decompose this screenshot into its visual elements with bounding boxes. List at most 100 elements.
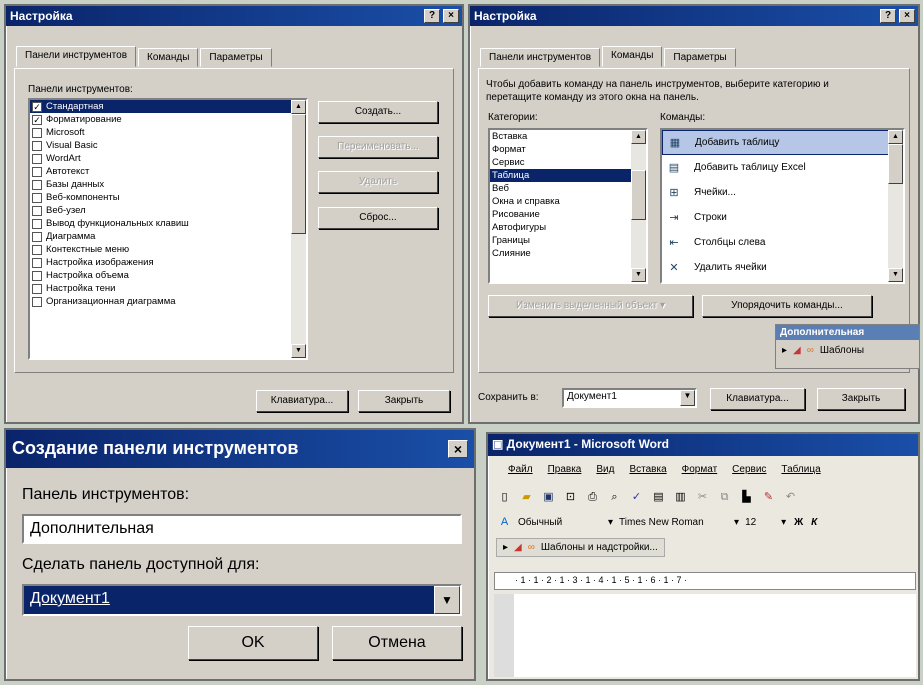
checkbox[interactable]: ✓	[32, 101, 42, 112]
list-item[interactable]: Веб-узел	[30, 204, 306, 217]
list-item[interactable]: Настройка объема	[30, 269, 306, 282]
checkbox[interactable]	[32, 192, 42, 203]
cut-icon[interactable]: ✂	[694, 489, 711, 505]
chevron-down-icon[interactable]: ▾	[608, 517, 613, 528]
checkbox[interactable]	[32, 270, 42, 281]
save-in-select[interactable]: Документ1 ▼	[562, 388, 697, 408]
ruler[interactable]: · 1 · 1 · 2 · 1 · 3 · 1 · 4 · 1 · 5 · 1 …	[494, 572, 916, 590]
close-button[interactable]: ×	[443, 9, 459, 23]
paste-icon[interactable]: ▙	[738, 489, 755, 505]
scroll-thumb[interactable]	[888, 144, 903, 184]
research-icon[interactable]: ▤	[650, 489, 667, 505]
scroll-thumb[interactable]	[631, 170, 646, 220]
list-item[interactable]: Настройка тени	[30, 282, 306, 295]
font-select[interactable]: Times New Roman	[619, 517, 734, 528]
delete-button[interactable]: Удалить	[318, 171, 438, 193]
translate-icon[interactable]: ▥	[672, 489, 689, 505]
category-item[interactable]: Границы	[490, 234, 646, 247]
checkbox[interactable]	[32, 283, 42, 294]
tab-options[interactable]: Параметры	[664, 48, 736, 67]
tab-toolbars[interactable]: Панели инструментов	[16, 46, 137, 67]
command-item[interactable]: ▦ Добавить таблицу	[662, 130, 903, 155]
font-size-select[interactable]: 12	[745, 517, 781, 528]
scrollbar[interactable]: ▲ ▼	[631, 130, 646, 282]
chevron-down-icon[interactable]: ▼	[680, 390, 695, 406]
scrollbar[interactable]: ▲ ▼	[291, 100, 306, 358]
command-item[interactable]: ⇤ Столбцы слева	[662, 230, 903, 255]
toolbar-name-input[interactable]: Дополнительная	[22, 514, 462, 544]
list-item[interactable]: Диаграмма	[30, 230, 306, 243]
spelling-icon[interactable]: ✓	[628, 489, 645, 505]
reset-button[interactable]: Сброс...	[318, 207, 438, 229]
checkbox[interactable]: ✓	[32, 114, 42, 125]
templates-button[interactable]: Шаблоны	[820, 345, 864, 356]
modify-selection-button[interactable]: Изменить выделенный объект ▾	[488, 295, 693, 317]
list-item[interactable]: Веб-компоненты	[30, 191, 306, 204]
menu-item[interactable]: Сервис	[732, 464, 766, 475]
checkbox[interactable]	[32, 218, 42, 229]
checkbox[interactable]	[32, 296, 42, 307]
menu-item[interactable]: Таблица	[781, 464, 820, 475]
checkbox[interactable]	[32, 140, 42, 151]
help-button[interactable]: ?	[880, 9, 896, 23]
checkbox[interactable]	[32, 231, 42, 242]
scroll-down-arrow-icon[interactable]: ▼	[291, 344, 306, 358]
list-item[interactable]: Автотекст	[30, 165, 306, 178]
scroll-up-arrow-icon[interactable]: ▲	[888, 130, 903, 144]
available-for-select[interactable]: Документ1 ▼	[22, 584, 462, 616]
checkbox[interactable]	[32, 166, 42, 177]
new-icon[interactable]: ▯	[496, 489, 513, 505]
scroll-down-arrow-icon[interactable]: ▼	[631, 268, 646, 282]
list-item[interactable]: Microsoft	[30, 126, 306, 139]
category-item[interactable]: Рисование	[490, 208, 646, 221]
category-item[interactable]: Сервис	[490, 156, 646, 169]
preview-icon[interactable]: ⌕	[606, 489, 623, 505]
categories-list[interactable]: Вставка Формат Сервис Таблица Веб Окна и спра…	[488, 128, 648, 284]
undo-icon[interactable]: ↶	[782, 489, 799, 505]
commands-list[interactable]: ▦ Добавить таблицу ▤ Добавить таблицу Excel…	[660, 128, 905, 284]
list-item[interactable]: Вывод функциональных клавиш	[30, 217, 306, 230]
keyboard-button[interactable]: Клавиатура...	[710, 388, 805, 410]
document-area[interactable]	[494, 594, 916, 677]
close-dialog-button[interactable]: Закрыть	[358, 390, 450, 412]
chevron-down-icon[interactable]: ▾	[734, 517, 739, 528]
menu-item[interactable]: Вид	[596, 464, 614, 475]
permission-icon[interactable]: ⊡	[562, 489, 579, 505]
ok-button[interactable]: OK	[188, 626, 318, 660]
list-item[interactable]: Visual Basic	[30, 139, 306, 152]
open-icon[interactable]: ▰	[518, 489, 535, 505]
scroll-thumb[interactable]	[291, 114, 306, 234]
category-item[interactable]: Формат	[490, 143, 646, 156]
command-item[interactable]: ⇥ Строки	[662, 205, 903, 230]
keyboard-button[interactable]: Клавиатура...	[256, 390, 348, 412]
category-item[interactable]: Таблица	[490, 169, 646, 182]
rename-button[interactable]: Переименовать...	[318, 136, 438, 158]
arrange-commands-button[interactable]: Упорядочить команды...	[702, 295, 872, 317]
list-item[interactable]: WordArt	[30, 152, 306, 165]
tab-commands[interactable]: Команды	[138, 48, 199, 67]
checkbox[interactable]	[32, 127, 42, 138]
print-icon[interactable]: ⎙	[584, 489, 601, 505]
command-item[interactable]: ▤ Добавить таблицу Excel	[662, 155, 903, 180]
category-item[interactable]: Автофигуры	[490, 221, 646, 234]
toolbars-list[interactable]: ✓ Стандартная ✓ Форматирование Microsoft Visu…	[28, 98, 308, 360]
checkbox[interactable]	[32, 205, 42, 216]
list-item[interactable]: Контекстные меню	[30, 243, 306, 256]
command-item[interactable]: ✕ Удалить ячейки	[662, 255, 903, 280]
category-item[interactable]: Слияние	[490, 247, 646, 260]
style-select[interactable]: Обычный	[518, 517, 608, 528]
checkbox[interactable]	[32, 153, 42, 164]
styles-icon[interactable]: A	[496, 514, 513, 530]
format-painter-icon[interactable]: ✎	[760, 489, 777, 505]
menu-item[interactable]: Правка	[548, 464, 582, 475]
checkbox[interactable]	[32, 179, 42, 190]
category-item[interactable]: Веб	[490, 182, 646, 195]
bold-button[interactable]: Ж	[794, 517, 803, 528]
list-item[interactable]: Базы данных	[30, 178, 306, 191]
menu-item[interactable]: Вставка	[629, 464, 666, 475]
tab-toolbars[interactable]: Панели инструментов	[480, 48, 601, 67]
list-item[interactable]: ✓ Стандартная	[30, 100, 306, 113]
close-dialog-button[interactable]: Закрыть	[817, 388, 905, 410]
scrollbar[interactable]: ▲ ▼	[888, 130, 903, 282]
checkbox[interactable]	[32, 244, 42, 255]
